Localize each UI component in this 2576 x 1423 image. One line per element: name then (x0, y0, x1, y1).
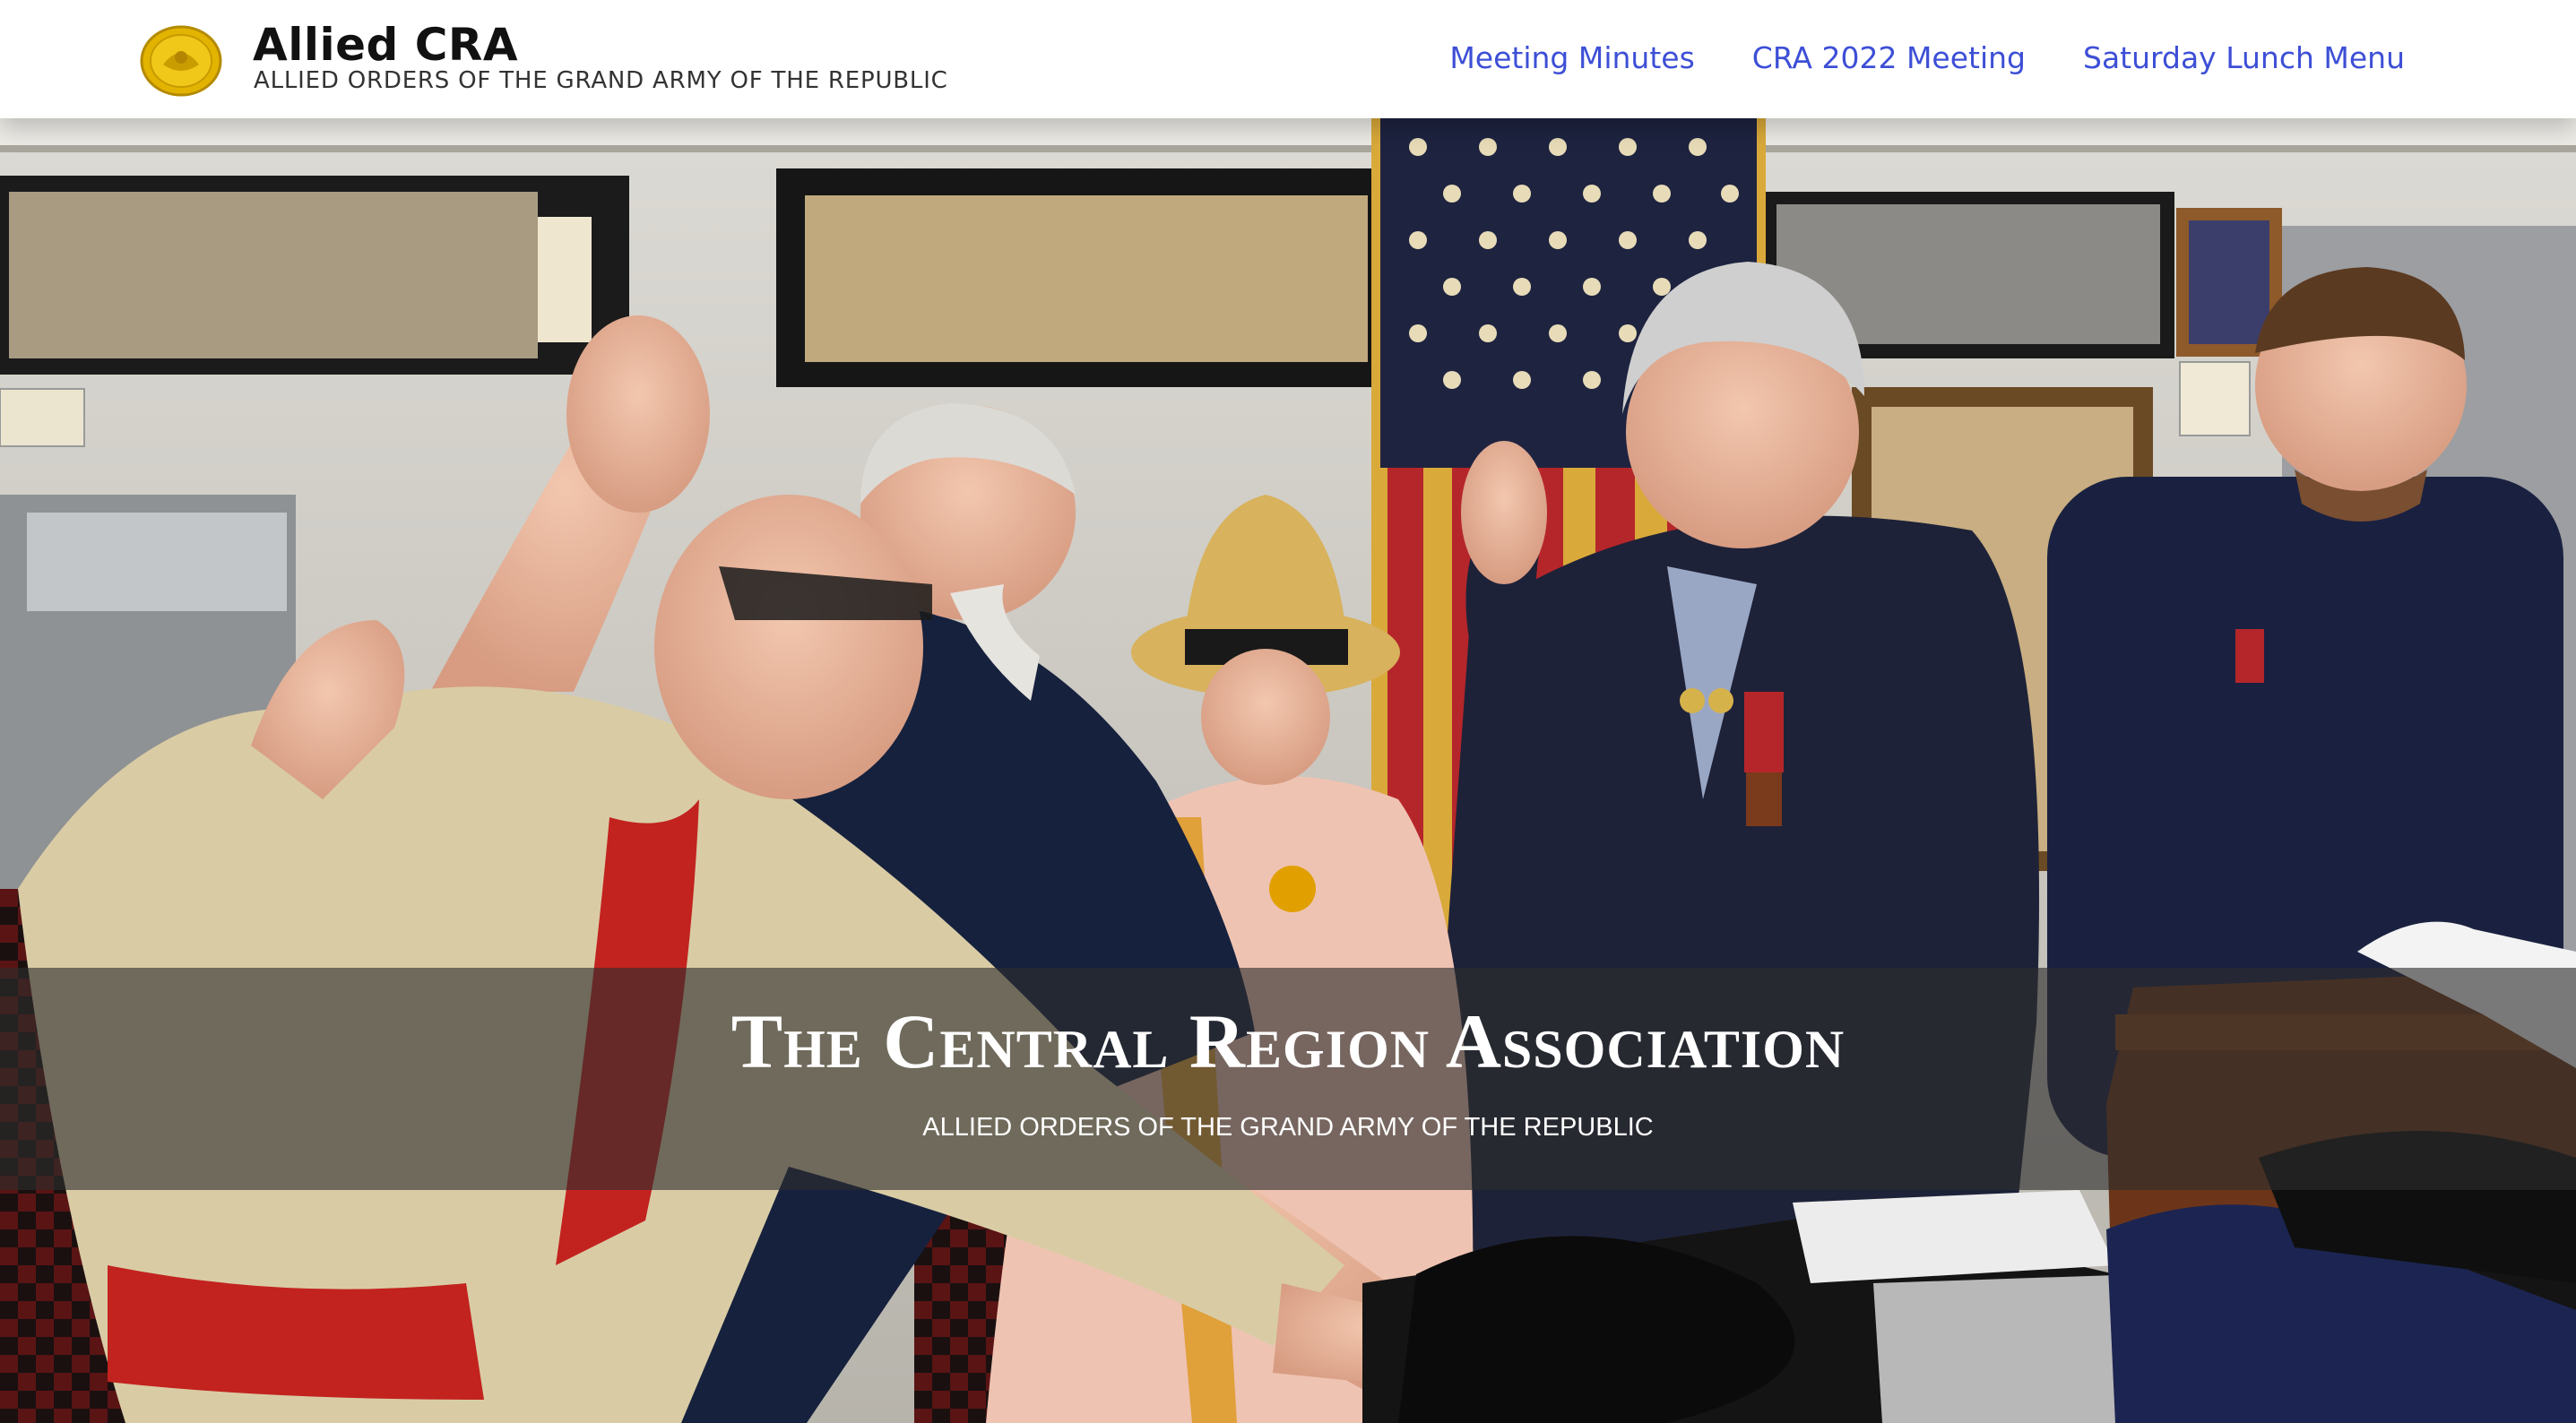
hero-section: The Central Region Association ALLIED OR… (0, 118, 2576, 1423)
framed-photo-center (776, 168, 1386, 387)
site-subtitle: ALLIED ORDERS OF THE GRAND ARMY OF THE R… (254, 67, 948, 94)
site-header: Allied CRA ALLIED ORDERS OF THE GRAND AR… (0, 0, 2576, 118)
nav-link-saturday-lunch-menu[interactable]: Saturday Lunch Menu (2083, 38, 2405, 79)
gold-seal-icon (140, 25, 222, 97)
main-nav: Meeting Minutes CRA 2022 Meeting Saturda… (1449, 38, 2405, 79)
hero-subtitle: ALLIED ORDERS OF THE GRAND ARMY OF THE R… (922, 1113, 1654, 1142)
nav-link-cra-2022-meeting[interactable]: CRA 2022 Meeting (1752, 38, 2026, 79)
nav-link-meeting-minutes[interactable]: Meeting Minutes (1449, 38, 1694, 79)
site-title[interactable]: Allied CRA (253, 20, 518, 70)
framed-photo-left (0, 176, 629, 375)
hero-photo (0, 118, 2576, 1423)
hero-title: The Central Region Association (730, 998, 1846, 1084)
